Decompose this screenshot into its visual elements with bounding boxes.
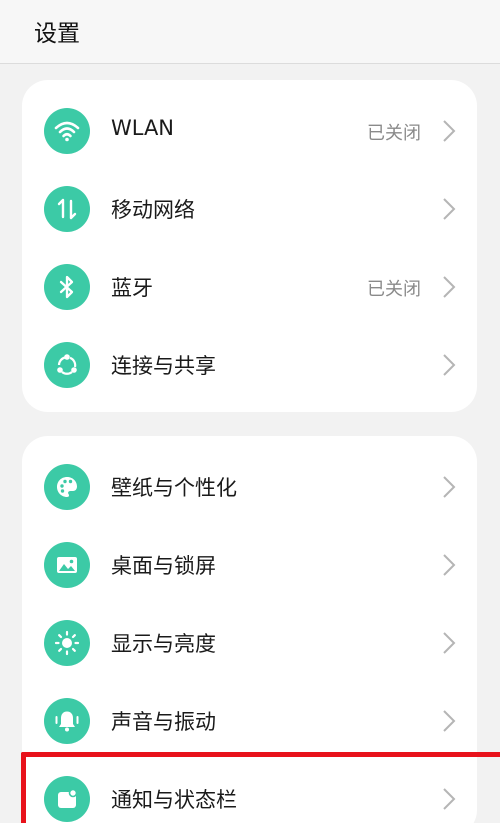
settings-item-label: 蓝牙 (111, 276, 153, 300)
chevron-right-icon (443, 632, 456, 654)
chevron-right-icon (443, 120, 456, 142)
settings-item-label: 声音与振动 (111, 710, 216, 734)
settings-item-desktop-lockscreen[interactable]: 桌面与锁屏 (22, 526, 477, 604)
settings-item-connection-sharing[interactable]: 连接与共享 (22, 326, 477, 404)
highlight-box (21, 752, 500, 823)
settings-item-label: 移动网络 (111, 198, 195, 222)
settings-item-bluetooth[interactable]: 蓝牙 已关闭 (22, 248, 477, 326)
page-title: 设置 (34, 21, 80, 47)
bluetooth-icon (44, 264, 90, 310)
brightness-icon (44, 620, 90, 666)
settings-item-label: 显示与亮度 (111, 632, 216, 656)
bell-icon (44, 698, 90, 744)
settings-item-label: 桌面与锁屏 (111, 554, 216, 578)
settings-item-label: 连接与共享 (111, 354, 216, 378)
settings-item-display-brightness[interactable]: 显示与亮度 (22, 604, 477, 682)
chevron-right-icon (443, 476, 456, 498)
chevron-right-icon (443, 354, 456, 376)
chevron-right-icon (443, 276, 456, 298)
settings-item-wlan[interactable]: WLAN 已关闭 (22, 92, 477, 170)
palette-icon (44, 464, 90, 510)
chevron-right-icon (443, 710, 456, 732)
chevron-right-icon (443, 554, 456, 576)
share-icon (44, 342, 90, 388)
settings-item-label: WLAN (111, 116, 175, 140)
settings-item-sound-vibration[interactable]: 声音与振动 (22, 682, 477, 760)
image-icon (44, 542, 90, 588)
connectivity-card: WLAN 已关闭 移动网络 蓝牙 已关闭 连接与共享 (22, 80, 477, 412)
wifi-icon (44, 108, 90, 154)
settings-item-label: 壁纸与个性化 (111, 476, 237, 500)
settings-item-wallpaper[interactable]: 壁纸与个性化 (22, 448, 477, 526)
mobile-data-icon (44, 186, 90, 232)
bluetooth-status: 已关闭 (367, 279, 421, 300)
settings-item-mobile-network[interactable]: 移动网络 (22, 170, 477, 248)
top-bar: 设置 (0, 0, 500, 64)
wlan-status: 已关闭 (367, 123, 421, 144)
chevron-right-icon (443, 198, 456, 220)
